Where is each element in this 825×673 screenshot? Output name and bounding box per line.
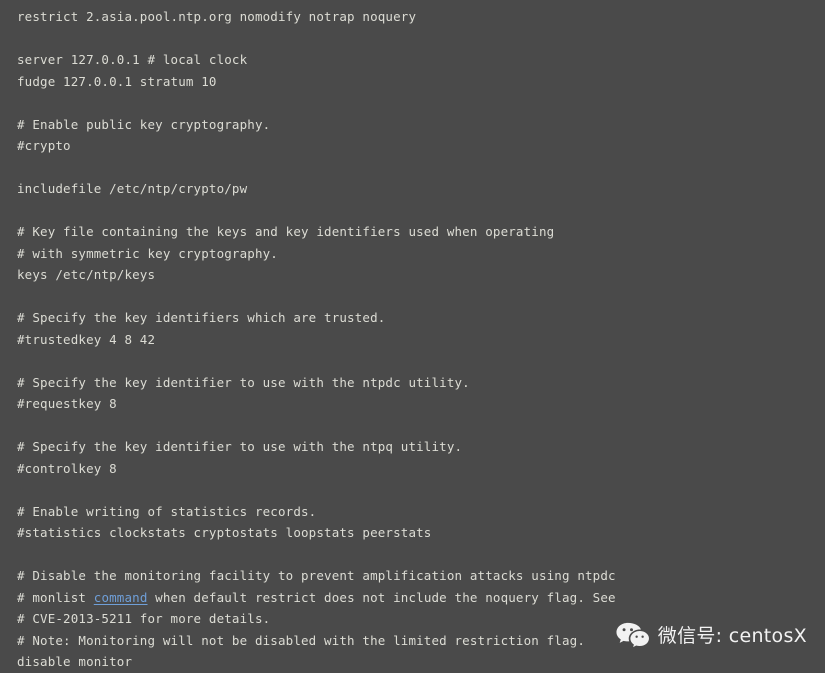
code-line: keys /etc/ntp/keys — [17, 267, 156, 282]
code-editor-view[interactable]: restrict 2.asia.pool.ntp.org nomodify no… — [0, 0, 825, 669]
code-line: # CVE-2013-5211 for more details. — [17, 611, 271, 626]
code-line: # monlist command when default restrict … — [17, 589, 616, 605]
code-line: # Specify the key identifier to use with… — [17, 439, 463, 454]
code-line: # Enable writing of statistics records. — [17, 503, 317, 519]
code-line: #statistics clockstats cryptostats loops… — [17, 525, 432, 540]
code-line: #crypto — [17, 138, 71, 153]
code-line: includefile /etc/ntp/crypto/pw — [17, 181, 248, 196]
code-line-container: restrict 2.asia.pool.ntp.org nomodify no… — [0, 6, 825, 673]
code-line: # Note: Monitoring will not be disabled … — [17, 632, 585, 648]
code-line: server 127.0.0.1 # local clock — [17, 52, 248, 67]
code-line: #trustedkey 4 8 42 — [17, 331, 156, 347]
code-line: # Specify the key identifiers which are … — [17, 310, 386, 325]
code-line: restrict 2.asia.pool.ntp.org nomodify no… — [17, 9, 417, 24]
command-link[interactable]: command — [94, 590, 148, 605]
code-line: #controlkey 8 — [17, 460, 117, 476]
code-line: fudge 127.0.0.1 stratum 10 — [17, 73, 217, 89]
code-line: # Disable the monitoring facility to pre… — [17, 568, 616, 583]
code-line: # Enable public key cryptography. — [17, 116, 271, 132]
code-line: #requestkey 8 — [17, 396, 117, 411]
code-line: # Specify the key identifier to use with… — [17, 374, 470, 390]
code-line: # with symmetric key cryptography. — [17, 245, 278, 261]
code-line: # Key file containing the keys and key i… — [17, 224, 555, 239]
